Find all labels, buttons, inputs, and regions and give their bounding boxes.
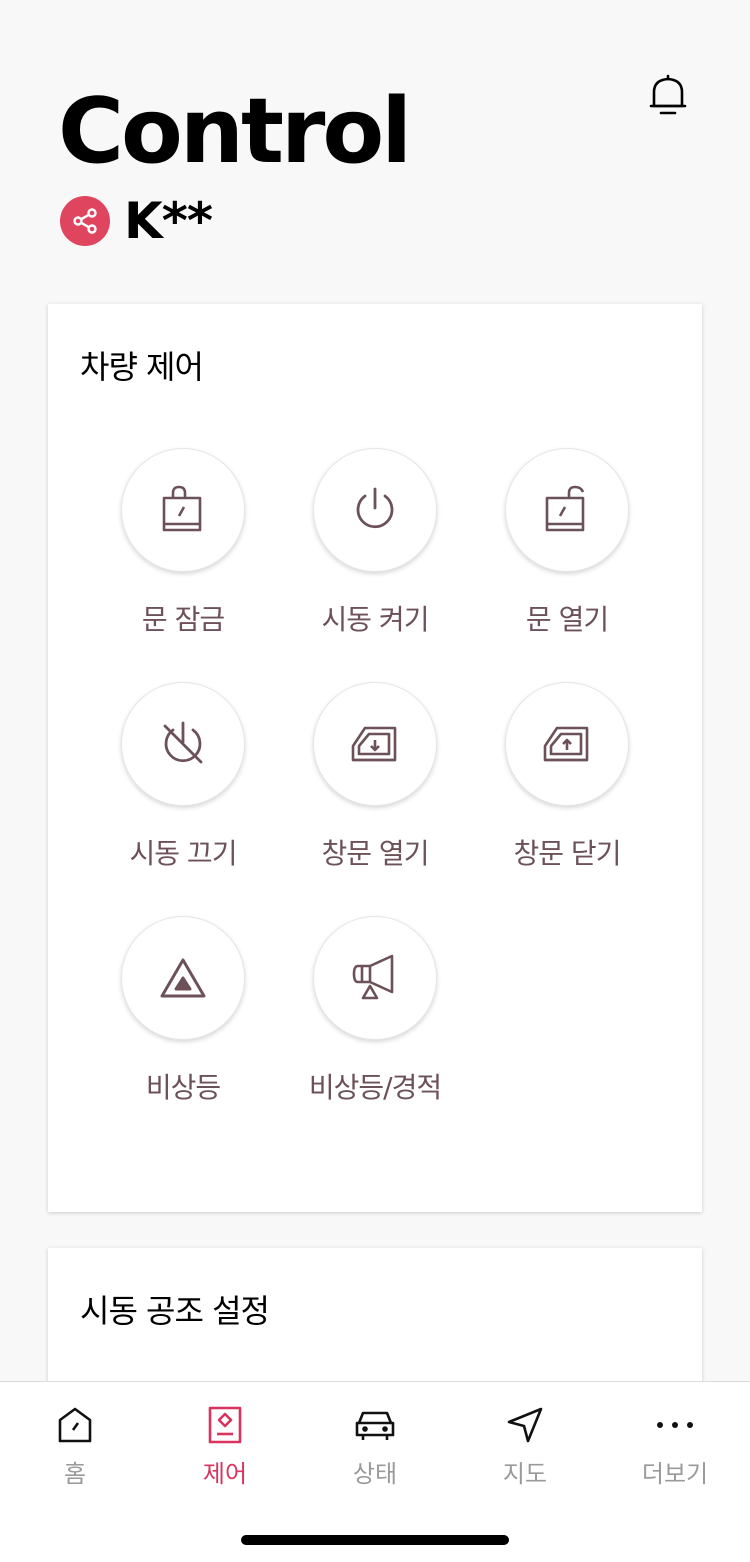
tab-more-label: 더보기 — [641, 1460, 709, 1488]
more-icon — [657, 1422, 693, 1428]
engine-stop-label: 시동 끄기 — [129, 837, 238, 870]
door-unlock-label: 문 열기 — [525, 603, 609, 636]
engine-stop-button[interactable]: 시동 끄기 — [88, 682, 278, 872]
control-icon — [208, 1406, 242, 1444]
vehicle-name: K** — [124, 192, 213, 250]
car-status-icon — [355, 1411, 395, 1440]
window-open-button[interactable]: 창문 열기 — [280, 682, 470, 872]
tab-status-label: 상태 — [352, 1460, 398, 1488]
bell-icon[interactable] — [646, 72, 690, 118]
door-unlock-circle[interactable] — [505, 448, 629, 572]
engine-stop-circle[interactable] — [121, 682, 245, 806]
tab-home-label: 홈 — [63, 1460, 87, 1488]
tab-map-label: 지도 — [502, 1460, 548, 1488]
hazard-horn-button[interactable]: 비상등/경적 — [280, 916, 470, 1106]
door-lock-button[interactable]: 문 잠금 — [88, 448, 278, 638]
tab-control-label: 제어 — [202, 1460, 248, 1488]
window-close-button[interactable]: 창문 닫기 — [472, 682, 662, 872]
home-icon — [58, 1407, 92, 1443]
window-close-circle[interactable] — [505, 682, 629, 806]
hazard-horn-icon — [352, 954, 394, 1000]
vehicle-row: K** — [60, 192, 213, 250]
tab-more[interactable]: 더보기 — [600, 1404, 750, 1489]
hazard-light-label: 비상등 — [145, 1071, 221, 1104]
tab-map[interactable]: 지도 — [450, 1404, 600, 1489]
door-lock-circle[interactable] — [121, 448, 245, 572]
window-open-label: 창문 열기 — [321, 837, 430, 870]
door-unlock-button[interactable]: 문 열기 — [472, 448, 662, 638]
power-off-icon — [163, 721, 203, 764]
vehicle-control-card: 차량 제어 문 잠금 시동 켜기 문 열기 시동 끄기 창문 열기 창문 닫기 … — [48, 304, 702, 1212]
tab-control[interactable]: 제어 — [150, 1404, 300, 1489]
tab-home[interactable]: 홈 — [0, 1404, 150, 1489]
share-button[interactable] — [60, 196, 110, 246]
tab-status[interactable]: 상태 — [300, 1404, 450, 1489]
navigation-icon — [507, 1407, 543, 1443]
engine-start-button[interactable]: 시동 켜기 — [280, 448, 470, 638]
window-open-icon — [351, 726, 397, 762]
door-lock-icon — [162, 485, 202, 532]
page: Control K** 차량 제어 문 잠금 시동 켜기 문 열기 시동 끄기 … — [0, 0, 750, 1562]
hazard-light-circle[interactable] — [121, 916, 245, 1040]
door-lock-label: 문 잠금 — [141, 603, 225, 636]
hazard-horn-circle[interactable] — [313, 916, 437, 1040]
power-on-icon — [356, 487, 394, 529]
page-title: Control — [58, 79, 412, 184]
window-close-label: 창문 닫기 — [513, 837, 622, 870]
engine-start-circle[interactable] — [313, 448, 437, 572]
window-close-icon — [543, 726, 589, 762]
share-icon — [73, 208, 97, 234]
hazard-light-button[interactable]: 비상등 — [88, 916, 278, 1106]
climate-settings-title: 시동 공조 설정 — [80, 1292, 270, 1330]
home-indicator — [241, 1535, 509, 1545]
hazard-light-icon — [160, 958, 206, 998]
hazard-horn-label: 비상등/경적 — [308, 1071, 442, 1104]
door-unlock-icon — [545, 485, 585, 532]
engine-start-label: 시동 켜기 — [321, 603, 430, 636]
window-open-circle[interactable] — [313, 682, 437, 806]
vehicle-control-title: 차량 제어 — [80, 348, 204, 386]
